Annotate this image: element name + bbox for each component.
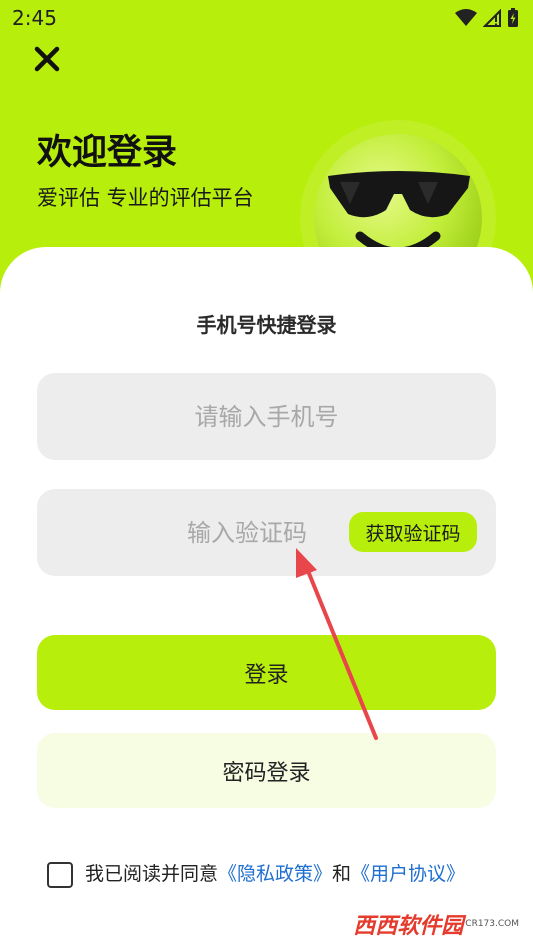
status-bar: 2:45: [0, 0, 533, 36]
close-button[interactable]: [30, 42, 64, 76]
agreement-row: 我已阅读并同意《隐私政策》和《用户协议》: [47, 860, 477, 888]
status-icons: [455, 8, 519, 28]
login-card-title: 手机号快捷登录: [196, 313, 337, 337]
agreement-text: 我已阅读并同意《隐私政策》和《用户协议》: [85, 860, 475, 888]
phone-field: [37, 373, 496, 460]
signal-icon: [483, 9, 501, 27]
watermark-site: CR173.COM: [465, 919, 519, 929]
agreement-and: 和: [332, 863, 352, 885]
status-time: 2:45: [12, 6, 57, 30]
watermark-logo: 西西软件园 CR173.COM: [353, 904, 519, 944]
user-agreement-link[interactable]: 《用户协议》: [351, 863, 465, 885]
privacy-policy-link[interactable]: 《隐私政策》: [218, 863, 332, 885]
agreement-prefix: 我已阅读并同意: [85, 863, 219, 885]
close-icon: [34, 46, 60, 72]
phone-input[interactable]: [37, 373, 496, 460]
login-button[interactable]: 登录: [37, 635, 496, 710]
page-title: 欢迎登录: [37, 133, 178, 173]
get-code-button[interactable]: 获取验证码: [349, 512, 477, 552]
login-card: [0, 247, 533, 948]
agreement-checkbox[interactable]: [47, 862, 73, 888]
watermark-logo-text: 西西软件园: [353, 914, 464, 939]
verification-code-input[interactable]: [187, 489, 347, 576]
battery-icon: [508, 8, 518, 27]
password-login-button[interactable]: 密码登录: [37, 733, 496, 808]
wifi-icon: [455, 9, 477, 26]
verification-code-field: 获取验证码: [37, 489, 496, 576]
page-subtitle: 爱评估 专业的评估平台: [37, 186, 254, 210]
